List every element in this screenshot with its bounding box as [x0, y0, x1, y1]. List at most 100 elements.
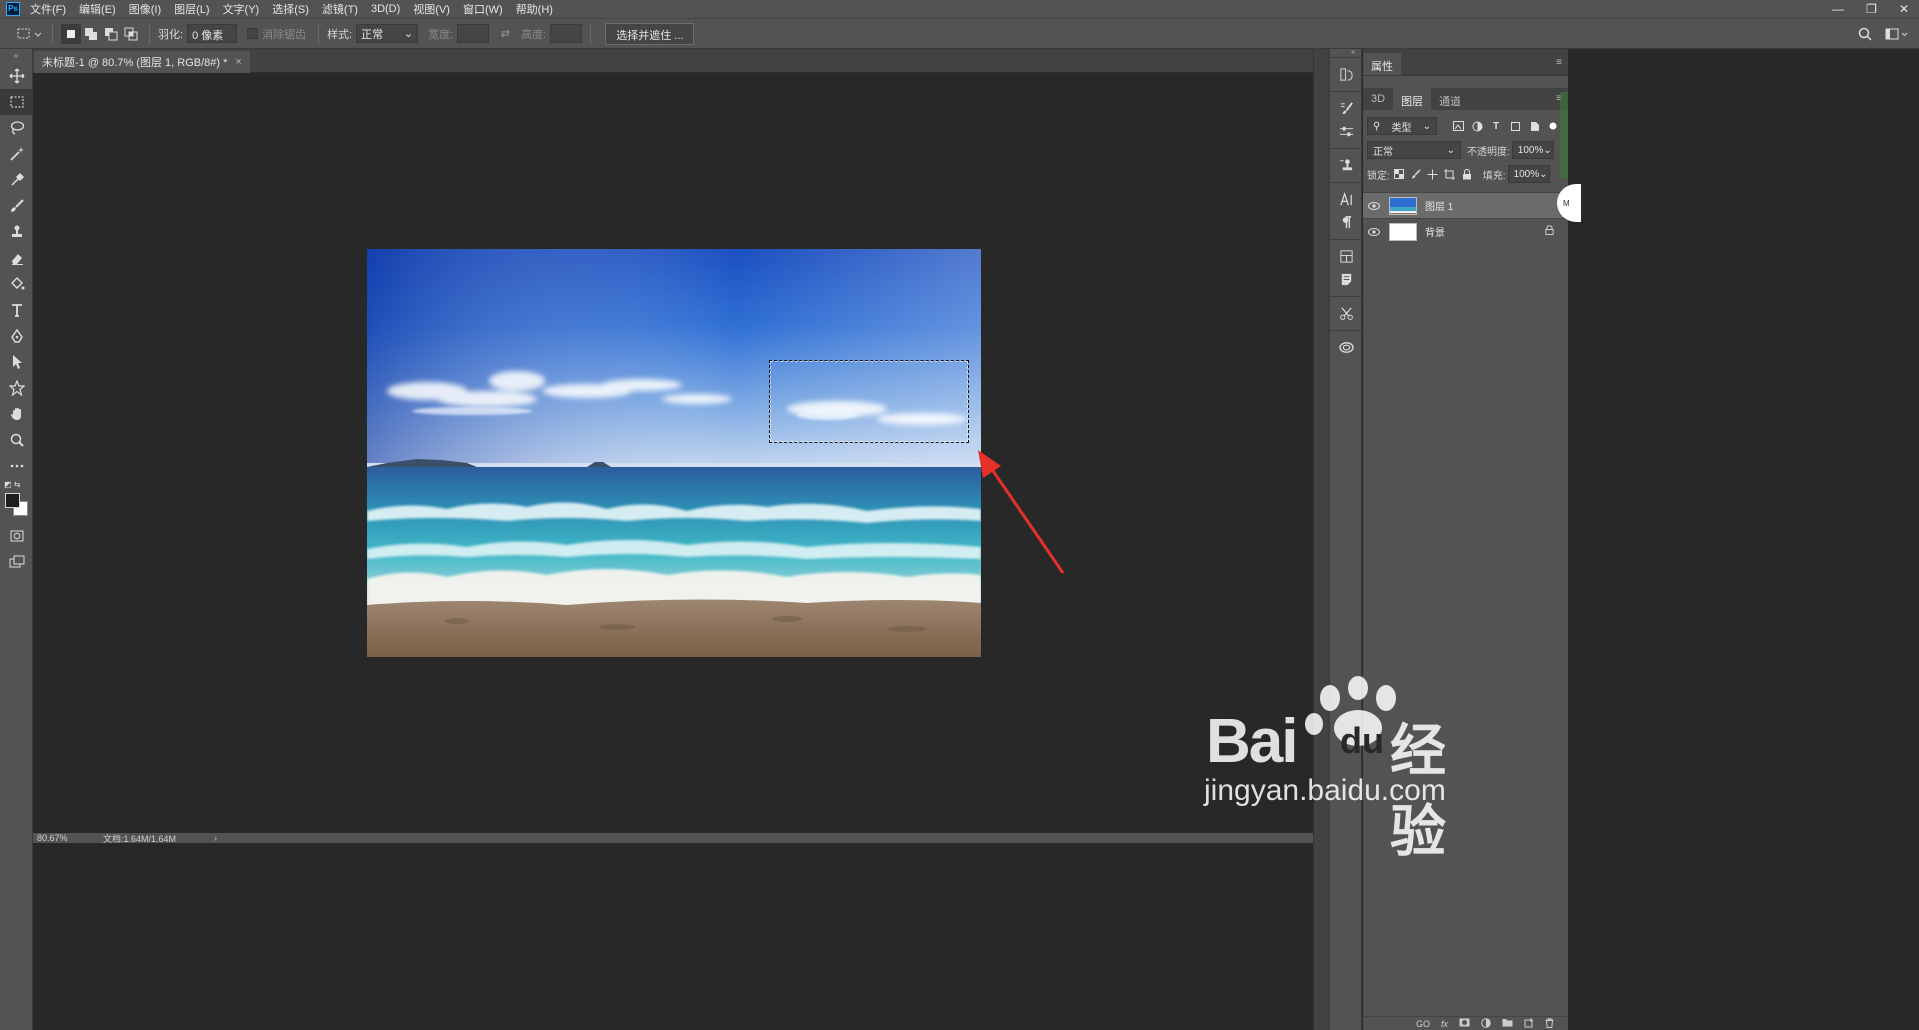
fill-input[interactable]: 100% ⌄ — [1507, 165, 1550, 183]
menu-edit[interactable]: 编辑(E) — [79, 1, 116, 17]
lock-position-icon[interactable] — [1425, 166, 1441, 182]
lasso-tool-icon[interactable] — [0, 115, 33, 141]
filter-kind-select[interactable]: ⚲ 类型 ⌄ — [1367, 117, 1437, 135]
menu-view[interactable]: 视图(V) — [413, 1, 450, 17]
zoom-level[interactable]: 80.67% — [37, 833, 103, 843]
fx-icon[interactable]: fx — [1441, 1019, 1448, 1029]
swap-colors-icon[interactable]: ◩ ⇆ — [4, 480, 20, 489]
tab-properties[interactable]: 属性 — [1363, 53, 1401, 75]
blend-mode-select[interactable]: 正常 ⌄ — [1367, 141, 1461, 159]
lock-transparent-icon[interactable] — [1391, 166, 1407, 182]
clone-stamp-tool-icon[interactable] — [0, 219, 33, 245]
menu-file[interactable]: 文件(F) — [30, 1, 66, 17]
lock-artboard-icon[interactable] — [1442, 166, 1458, 182]
rectangular-marquee-tool-icon[interactable] — [0, 89, 33, 115]
eyedropper-tool-icon[interactable] — [0, 167, 33, 193]
canvas-area[interactable] — [33, 73, 1313, 833]
minimize-button[interactable]: — — [1832, 2, 1844, 16]
more-tools-icon[interactable] — [0, 453, 33, 479]
menu-window[interactable]: 窗口(W) — [463, 1, 503, 17]
close-document-icon[interactable]: × — [235, 56, 241, 68]
beach-photo[interactable] — [367, 249, 981, 657]
status-more-icon[interactable]: › — [214, 833, 217, 843]
folder-icon[interactable] — [1502, 1018, 1513, 1029]
vertical-scrollbar[interactable] — [1313, 49, 1329, 1030]
adjustment-icon[interactable] — [1481, 1017, 1491, 1030]
tool-presets-icon[interactable] — [1330, 302, 1363, 325]
adjustments-sliders-icon[interactable] — [1330, 120, 1363, 143]
paragraph-icon[interactable] — [1330, 211, 1363, 234]
character-icon[interactable] — [1330, 188, 1363, 211]
workspace-icon[interactable] — [1883, 24, 1911, 44]
new-layer-icon[interactable] — [1524, 1017, 1534, 1030]
subtract-selection-icon[interactable] — [101, 24, 121, 44]
antialias-checkbox[interactable] — [247, 28, 259, 39]
move-tool-icon[interactable] — [0, 63, 33, 89]
libraries-icon[interactable] — [1330, 245, 1363, 268]
brush-settings-icon[interactable] — [1330, 97, 1363, 120]
eraser-tool-icon[interactable] — [0, 245, 33, 271]
filter-toggle-icon[interactable] — [1545, 118, 1561, 134]
paint-bucket-tool-icon[interactable] — [0, 271, 33, 297]
marquee-preset-icon[interactable] — [14, 24, 44, 44]
lock-image-icon[interactable] — [1408, 166, 1424, 182]
menu-layer[interactable]: 图层(L) — [174, 1, 209, 17]
creative-cloud-icon[interactable] — [1330, 336, 1363, 359]
menu-help[interactable]: 帮助(H) — [516, 1, 553, 17]
close-button[interactable]: ✕ — [1899, 2, 1909, 16]
mask-icon[interactable] — [1459, 1018, 1470, 1029]
panel-menu-icon[interactable]: ≡ — [1556, 57, 1562, 68]
hand-tool-icon[interactable] — [0, 401, 33, 427]
menu-3d[interactable]: 3D(D) — [371, 3, 400, 15]
filter-shape-icon[interactable] — [1507, 118, 1523, 134]
filter-smart-object-icon[interactable] — [1526, 118, 1542, 134]
magic-wand-tool-icon[interactable] — [0, 141, 33, 167]
tab-channels[interactable]: 通道 — [1431, 88, 1469, 110]
foreground-color[interactable] — [5, 493, 20, 508]
zoom-tool-icon[interactable] — [0, 427, 33, 453]
lock-all-icon[interactable] — [1459, 166, 1475, 182]
tab-layers[interactable]: 图层 — [1393, 88, 1432, 110]
menu-select[interactable]: 选择(S) — [272, 1, 309, 17]
filter-adjustment-icon[interactable] — [1469, 118, 1485, 134]
document-tab[interactable]: 未标题-1 @ 80.7% (图层 1, RGB/8#) * × — [34, 51, 250, 73]
shape-tool-icon[interactable] — [0, 375, 33, 401]
swap-dimensions-icon[interactable]: ⇄ — [495, 24, 515, 44]
menu-type[interactable]: 文字(Y) — [223, 1, 260, 17]
layer-name[interactable]: 图层 1 — [1425, 198, 1568, 213]
path-selection-tool-icon[interactable] — [0, 349, 33, 375]
eye-icon[interactable] — [1363, 201, 1385, 210]
rectangular-selection-marquee[interactable] — [769, 360, 969, 443]
menu-filter[interactable]: 滤镜(T) — [322, 1, 358, 17]
trash-icon[interactable] — [1545, 1017, 1554, 1030]
quick-mask-icon[interactable] — [0, 523, 33, 549]
layer-row-layer-1[interactable]: 图层 1 — [1363, 192, 1568, 218]
restore-button[interactable]: ❐ — [1866, 2, 1877, 16]
opacity-input[interactable]: 100% ⌄ — [1511, 141, 1554, 159]
height-input[interactable] — [550, 24, 583, 43]
tab-3d[interactable]: 3D — [1363, 88, 1393, 110]
link-icon[interactable]: GO — [1416, 1019, 1430, 1029]
brush-tool-icon[interactable] — [0, 193, 33, 219]
add-to-selection-icon[interactable] — [81, 24, 101, 44]
layer-name[interactable]: 背景 — [1425, 224, 1545, 239]
intersect-selection-icon[interactable] — [121, 24, 141, 44]
filter-pixel-icon[interactable] — [1450, 118, 1466, 134]
clone-source-icon[interactable] — [1330, 154, 1363, 177]
history-icon[interactable] — [1330, 63, 1363, 86]
pen-tool-icon[interactable] — [0, 323, 33, 349]
select-and-mask-button[interactable]: 选择并遮住 ... — [605, 22, 695, 45]
search-icon[interactable] — [1855, 24, 1875, 44]
layer-row-background[interactable]: 背景 — [1363, 218, 1568, 244]
screen-mode-icon[interactable] — [0, 549, 33, 575]
collapse-dock-icon[interactable]: « — [1330, 49, 1361, 57]
eye-icon[interactable] — [1363, 227, 1385, 236]
style-select[interactable]: 正常 ⌄ — [356, 24, 419, 43]
feather-input[interactable]: 0 像素 — [187, 24, 238, 43]
filter-type-icon[interactable]: T — [1488, 118, 1504, 134]
notes-icon[interactable] — [1330, 268, 1363, 291]
menu-image[interactable]: 图像(I) — [129, 1, 161, 17]
new-selection-icon[interactable] — [61, 23, 81, 44]
type-tool-icon[interactable] — [0, 297, 33, 323]
collapse-toolbar-icon[interactable]: » — [0, 49, 32, 63]
